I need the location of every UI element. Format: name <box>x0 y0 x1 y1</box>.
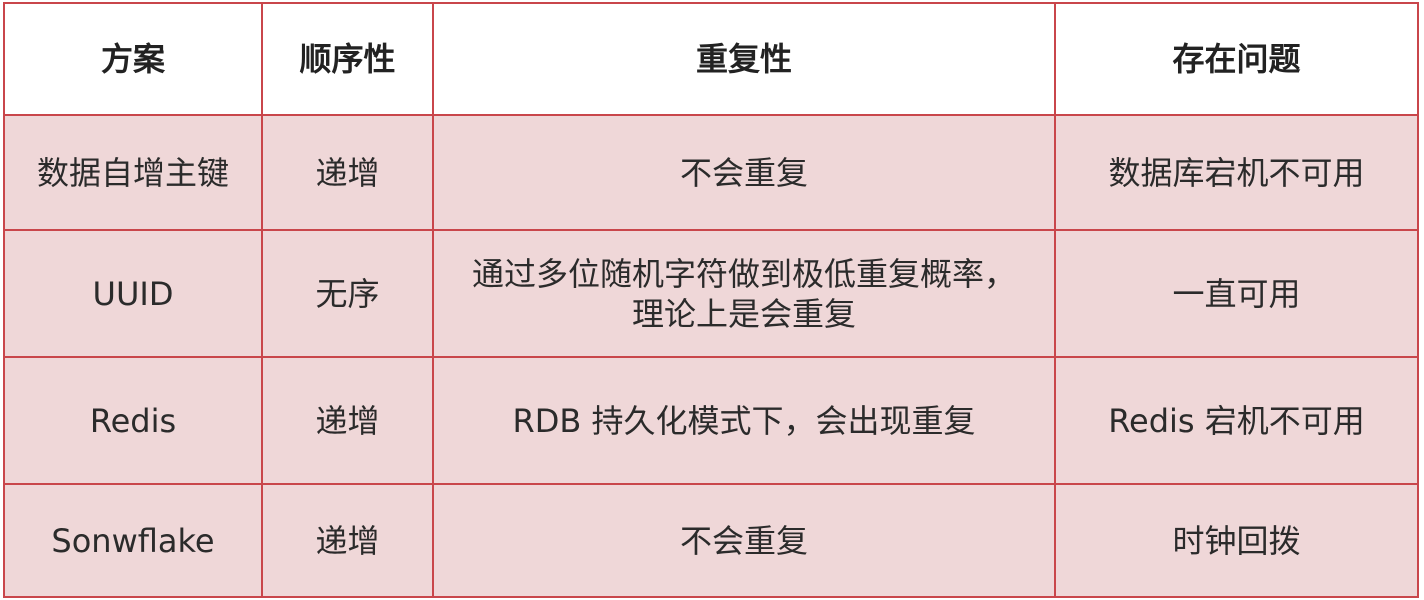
table-header-row: 方案 顺序性 重复性 存在问题 <box>3 2 1419 116</box>
cell-scheme: 数据自增主键 <box>3 114 263 231</box>
table-row: UUID 无序 通过多位随机字符做到极低重复概率， 理论上是会重复 一直可用 <box>3 229 1419 358</box>
cell-scheme: Redis <box>3 356 263 485</box>
cell-order: 无序 <box>261 229 434 358</box>
cell-issue: Redis 宕机不可用 <box>1054 356 1419 485</box>
id-scheme-comparison-table: 方案 顺序性 重复性 存在问题 数据自增主键 递增 不会重复 数据库宕机不可用 … <box>3 2 1419 598</box>
cell-duplication: 不会重复 <box>432 114 1056 231</box>
header-order: 顺序性 <box>261 2 434 116</box>
cell-scheme: UUID <box>3 229 263 358</box>
table-row: Sonwflake 递增 不会重复 时钟回拨 <box>3 483 1419 598</box>
comparison-table-container: 方案 顺序性 重复性 存在问题 数据自增主键 递增 不会重复 数据库宕机不可用 … <box>3 2 1419 598</box>
cell-duplication-line: 理论上是会重复 <box>631 294 856 333</box>
cell-scheme: Sonwflake <box>3 483 263 598</box>
cell-issue: 时钟回拨 <box>1054 483 1419 598</box>
cell-order: 递增 <box>261 483 434 598</box>
header-duplication: 重复性 <box>432 2 1056 116</box>
header-issue: 存在问题 <box>1054 2 1419 116</box>
cell-duplication-line: 通过多位随机字符做到极低重复概率， <box>471 254 1016 293</box>
cell-issue: 一直可用 <box>1054 229 1419 358</box>
cell-duplication: 通过多位随机字符做到极低重复概率， 理论上是会重复 <box>432 229 1056 358</box>
cell-order: 递增 <box>261 114 434 231</box>
cell-issue: 数据库宕机不可用 <box>1054 114 1419 231</box>
cell-order: 递增 <box>261 356 434 485</box>
cell-duplication: 不会重复 <box>432 483 1056 598</box>
cell-duplication: RDB 持久化模式下，会出现重复 <box>432 356 1056 485</box>
header-scheme: 方案 <box>3 2 263 116</box>
table-row: 数据自增主键 递增 不会重复 数据库宕机不可用 <box>3 114 1419 231</box>
table-row: Redis 递增 RDB 持久化模式下，会出现重复 Redis 宕机不可用 <box>3 356 1419 485</box>
